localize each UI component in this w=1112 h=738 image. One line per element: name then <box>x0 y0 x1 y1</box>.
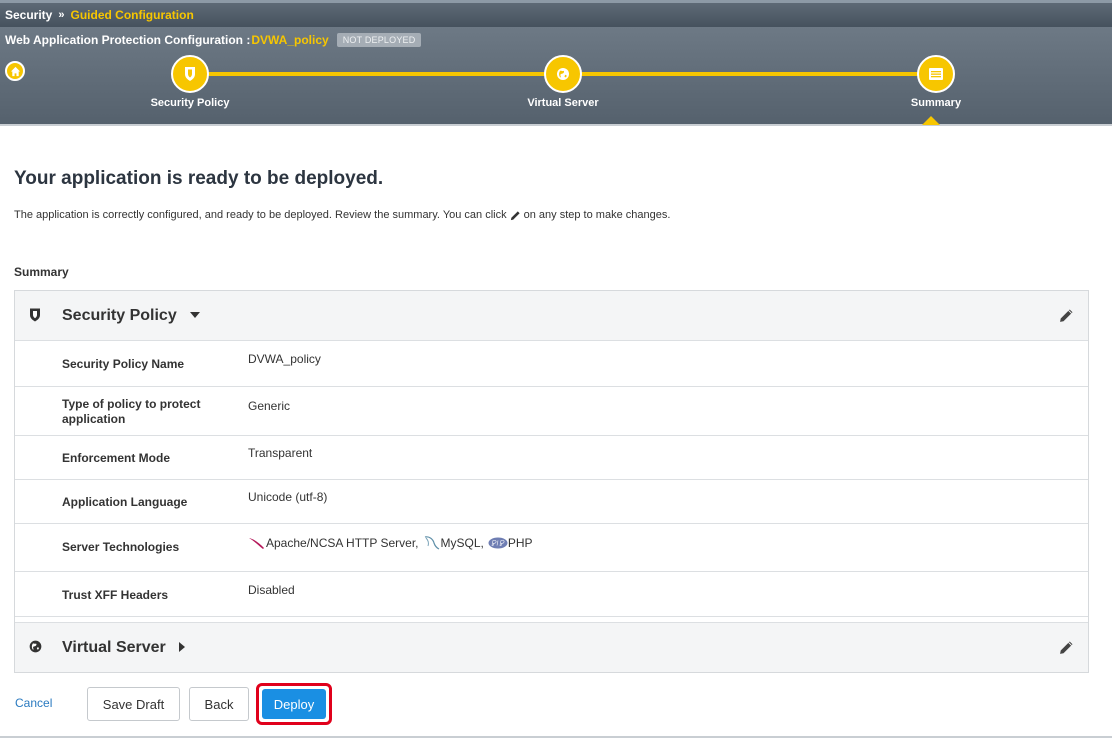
wizard-header: Web Application Protection Configuration… <box>0 27 1112 126</box>
breadcrumb-current: Guided Configuration <box>70 8 194 22</box>
row-value: DVWA_policy <box>248 352 321 366</box>
edit-security-policy-button[interactable] <box>1059 308 1074 328</box>
status-badge: NOT DEPLOYED <box>336 33 422 47</box>
row-label: Type of policy to protect application <box>62 397 201 426</box>
wizard-title: Web Application Protection Configuration… <box>5 33 422 47</box>
list-icon <box>929 68 943 80</box>
step-summary[interactable] <box>917 55 955 93</box>
summary-row: Type of policy to protect application Ge… <box>15 387 1088 436</box>
home-button[interactable] <box>5 61 25 81</box>
deploy-button[interactable]: Deploy <box>262 689 326 719</box>
page-description: The application is correctly configured,… <box>14 209 670 221</box>
summary-row: Trust XFF Headers Disabled <box>15 572 1088 617</box>
breadcrumb-root[interactable]: Security <box>5 8 52 22</box>
globe-icon <box>29 640 42 658</box>
step-label-virtual-server[interactable]: Virtual Server <box>527 97 598 109</box>
row-label: Application Language <box>62 495 188 509</box>
globe-icon <box>557 68 569 80</box>
row-label: Enforcement Mode <box>62 451 171 465</box>
step-virtual-server[interactable] <box>544 55 582 93</box>
page-title: Your application is ready to be deployed… <box>14 168 384 189</box>
row-label: Trust XFF Headers <box>62 588 169 602</box>
php-icon <box>488 537 508 549</box>
caret-down-icon <box>189 312 200 319</box>
row-value: Transparent <box>248 446 313 460</box>
apache-feather-icon <box>248 536 266 550</box>
tech-mysql: MySQL, <box>440 536 484 550</box>
tech-php: PHP <box>507 536 533 550</box>
virtual-server-section-header[interactable]: Virtual Server <box>15 622 1088 672</box>
step-label-security-policy[interactable]: Security Policy <box>151 97 230 109</box>
tech-apache: Apache/NCSA HTTP Server, <box>266 536 419 550</box>
virtual-server-title-text: Virtual Server <box>62 638 166 656</box>
row-value: Apache/NCSA HTTP Server, MySQL, PHP <box>248 535 533 551</box>
security-policy-title-text: Security Policy <box>62 306 177 324</box>
pencil-icon <box>1060 309 1073 322</box>
step-label-summary[interactable]: Summary <box>911 97 961 109</box>
breadcrumb-separator: » <box>58 9 65 21</box>
description-text-before: The application is correctly configured,… <box>14 209 507 221</box>
row-value: Generic <box>248 399 291 413</box>
summary-panel: Security Policy Security Policy Name DVW… <box>14 290 1089 673</box>
shield-icon <box>185 67 195 81</box>
wizard-title-prefix: Web Application Protection Configuration… <box>5 33 251 47</box>
row-value: Unicode (utf-8) <box>248 490 328 504</box>
row-label: Server Technologies <box>62 540 180 554</box>
mysql-dolphin-icon <box>423 535 441 551</box>
summary-row: Security Policy Name DVWA_policy <box>15 342 1088 387</box>
home-icon <box>10 66 20 76</box>
active-step-pointer <box>922 116 940 125</box>
security-policy-section-header[interactable]: Security Policy <box>15 291 1088 341</box>
back-button[interactable]: Back <box>189 687 249 721</box>
virtual-server-section-title[interactable]: Virtual Server <box>62 639 185 657</box>
breadcrumb: Security » Guided Configuration <box>0 0 1112 27</box>
wizard-policy-name: DVWA_policy <box>251 33 329 47</box>
pencil-icon <box>1060 641 1073 654</box>
summary-row: Application Language Unicode (utf-8) <box>15 480 1088 524</box>
summary-row: Enforcement Mode Transparent <box>15 436 1088 480</box>
row-value: Disabled <box>248 583 295 597</box>
caret-right-icon <box>178 642 185 653</box>
summary-label: Summary <box>14 265 69 279</box>
step-security-policy[interactable] <box>171 55 209 93</box>
deploy-highlight: Deploy <box>256 683 332 725</box>
row-label: Security Policy Name <box>62 357 185 371</box>
cancel-link[interactable]: Cancel <box>15 696 52 710</box>
shield-icon <box>29 308 41 327</box>
edit-virtual-server-button[interactable] <box>1059 640 1074 660</box>
description-text-after: on any step to make changes. <box>523 209 671 221</box>
summary-row: Server Technologies Apache/NCSA HTTP Ser… <box>15 524 1088 572</box>
security-policy-section-title[interactable]: Security Policy <box>62 307 200 325</box>
save-draft-button[interactable]: Save Draft <box>87 687 180 721</box>
pencil-icon <box>510 210 521 221</box>
